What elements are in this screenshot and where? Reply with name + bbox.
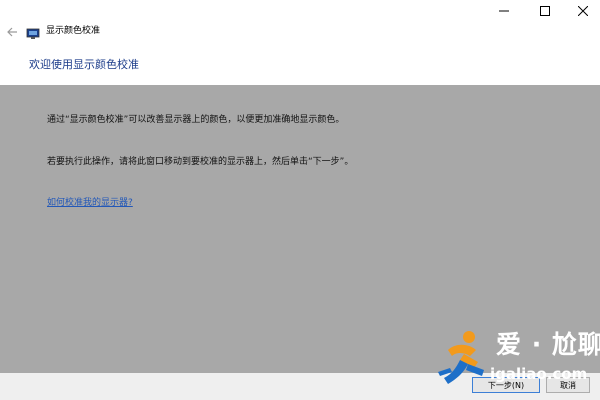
content-panel: 通过“显示颜色校准”可以改善显示器上的颜色，以便更加准确地显示颜色。 若要执行此…: [0, 85, 600, 373]
close-icon: [578, 6, 588, 16]
maximize-icon: [540, 6, 550, 16]
intro-text: 通过“显示颜色校准”可以改善显示器上的颜色，以便更加准确地显示颜色。: [47, 115, 345, 125]
instruction-text: 若要执行此操作，请将此窗口移动到要校准的显示器上，然后单击“下一步”。: [47, 157, 354, 167]
next-button[interactable]: 下一步(N): [472, 377, 540, 393]
cancel-button[interactable]: 取消: [546, 377, 590, 393]
back-arrow-icon: [7, 27, 17, 37]
minimize-button[interactable]: [484, 0, 524, 22]
maximize-button[interactable]: [525, 0, 565, 22]
minimize-icon: [499, 10, 509, 12]
back-button[interactable]: [5, 24, 19, 38]
window-title: 显示颜色校准: [46, 26, 101, 36]
close-button[interactable]: [563, 0, 600, 22]
display-icon: [26, 25, 40, 39]
help-link[interactable]: 如何校准我的显示器?: [47, 197, 133, 209]
page-title: 欢迎使用显示颜色校准: [29, 58, 139, 71]
